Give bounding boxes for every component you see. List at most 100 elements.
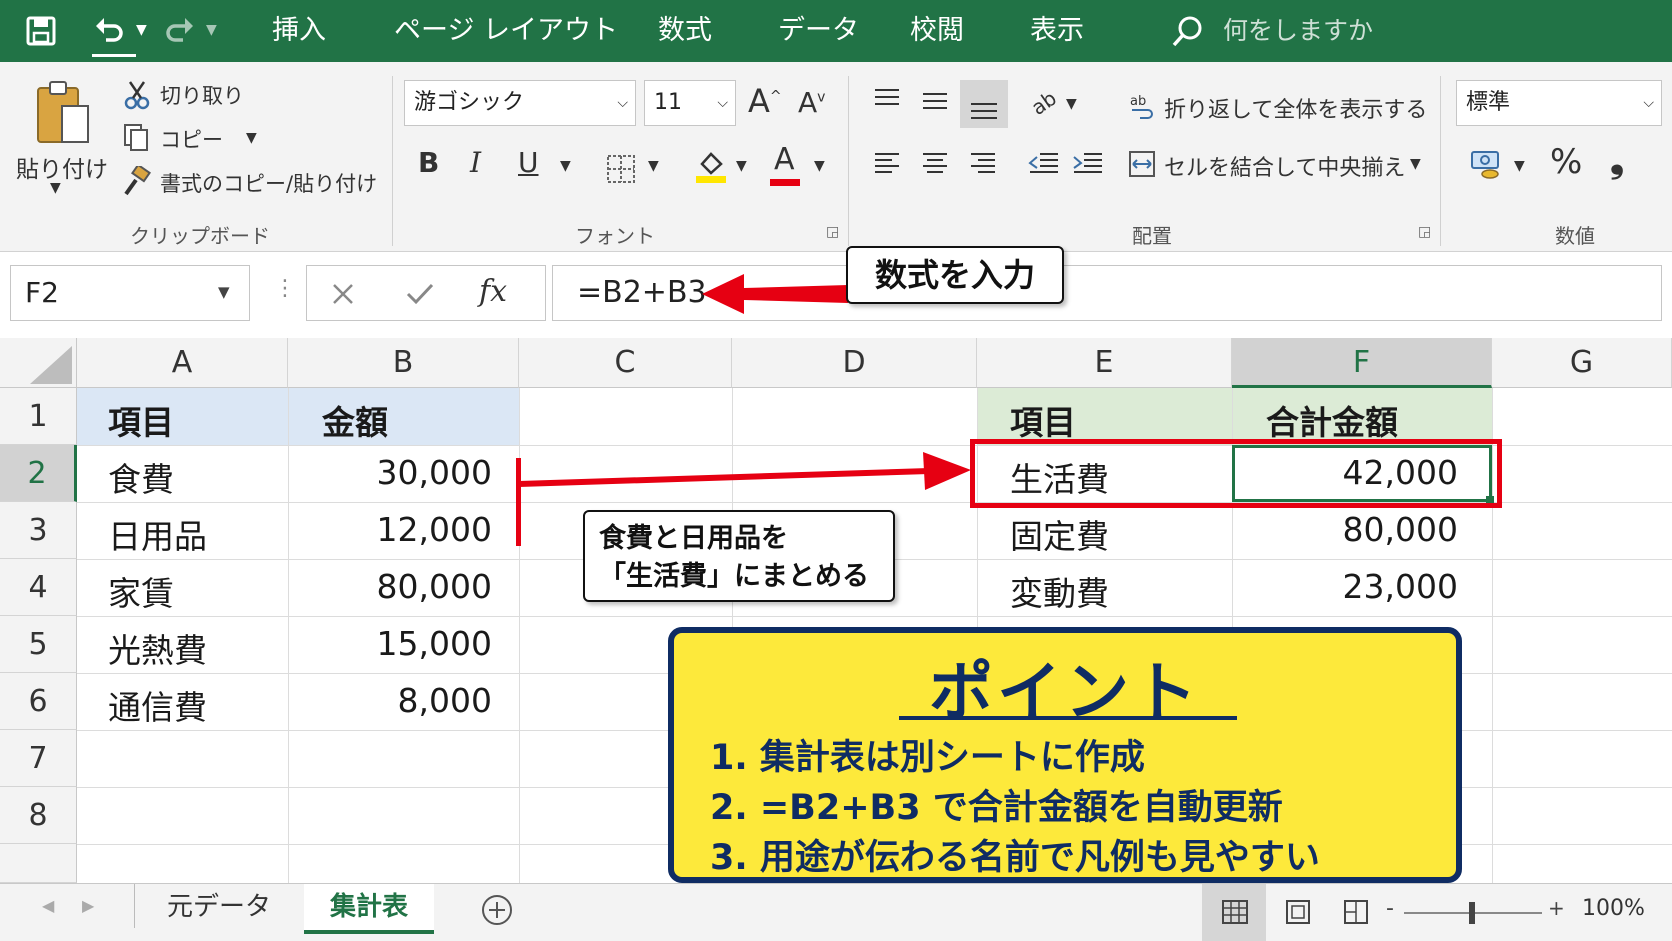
row-header-7[interactable]: 7	[0, 730, 77, 787]
row-header-3[interactable]: 3	[0, 502, 77, 559]
source-cell-item[interactable]: 光熱費	[108, 624, 207, 672]
search-icon[interactable]	[1170, 14, 1206, 50]
undo-icon[interactable]	[92, 14, 126, 48]
row-header-8[interactable]: 8	[0, 787, 77, 844]
scroll-tabs-left-icon[interactable]: ◀	[42, 896, 54, 915]
name-box[interactable]: F2	[10, 265, 250, 321]
align-middle-icon[interactable]	[920, 86, 950, 116]
fill-color-icon[interactable]	[694, 148, 728, 184]
column-header-e[interactable]: E	[977, 338, 1232, 388]
source-cell-amount[interactable]: 8,000	[288, 681, 492, 720]
merge-center-button[interactable]: セルを結合して中央揃え	[1164, 150, 1405, 182]
bold-button[interactable]: B	[418, 146, 439, 179]
copy-dropdown-icon[interactable]: ▼	[246, 130, 257, 146]
row-header-9[interactable]	[0, 844, 77, 883]
align-center-icon[interactable]	[920, 148, 950, 178]
merge-center-dropdown-icon[interactable]: ▼	[1410, 156, 1421, 172]
summary-header-item[interactable]: 項目	[1010, 396, 1076, 444]
zoom-out-button[interactable]: -	[1386, 896, 1394, 921]
summary-cell-total[interactable]: 23,000	[1232, 567, 1458, 606]
menu-insert[interactable]: 挿入	[272, 0, 326, 62]
menu-data[interactable]: データ	[778, 0, 859, 62]
undo-dropdown-icon[interactable]: ▼	[136, 22, 147, 38]
redo-dropdown-icon[interactable]: ▼	[206, 22, 217, 38]
cut-button[interactable]: 切り取り	[160, 80, 244, 110]
summary-cell-item[interactable]: 固定費	[1010, 510, 1109, 558]
align-top-icon[interactable]	[872, 86, 902, 116]
paste-icon[interactable]	[32, 78, 94, 150]
column-header-b[interactable]: B	[288, 338, 519, 388]
select-all-corner[interactable]	[0, 338, 77, 388]
font-dialog-launcher-icon[interactable]: ◲	[826, 224, 839, 240]
comma-style-button[interactable]: ❟	[1610, 140, 1624, 182]
column-header-f[interactable]: F	[1232, 338, 1492, 388]
redo-icon[interactable]	[163, 14, 197, 48]
normal-view-button[interactable]	[1202, 884, 1266, 941]
shrink-font-button[interactable]: Av	[798, 86, 825, 119]
percent-style-button[interactable]: %	[1550, 142, 1582, 182]
cancel-icon[interactable]	[331, 282, 355, 306]
paste-dropdown-icon[interactable]: ▼	[50, 180, 61, 196]
number-format-select[interactable]: 標準 ⌵	[1456, 80, 1662, 126]
accounting-dropdown-icon[interactable]: ▼	[1514, 158, 1525, 174]
column-header-c[interactable]: C	[519, 338, 732, 388]
row-header-1[interactable]: 1	[0, 388, 77, 445]
orientation-icon[interactable]: ab	[1030, 86, 1064, 118]
align-right-icon[interactable]	[968, 148, 998, 178]
format-painter-button[interactable]: 書式のコピー/貼り付け	[160, 168, 377, 198]
menu-view[interactable]: 表示	[1030, 0, 1084, 62]
menu-review[interactable]: 校閲	[910, 0, 964, 62]
zoom-slider-thumb[interactable]	[1469, 902, 1475, 924]
font-size-select[interactable]: 11 ⌵	[644, 80, 736, 126]
underline-button[interactable]: U	[518, 146, 539, 179]
align-left-icon[interactable]	[872, 148, 902, 178]
source-cell-amount[interactable]: 30,000	[288, 453, 492, 492]
sheet-tab-source[interactable]: 元データ	[136, 884, 302, 934]
font-color-dropdown-icon[interactable]: ▼	[814, 158, 825, 174]
row-header-4[interactable]: 4	[0, 559, 77, 616]
name-box-dropdown-icon[interactable]: ▼	[218, 283, 230, 301]
font-name-select[interactable]: 游ゴシック ⌵	[404, 80, 636, 126]
fill-color-dropdown-icon[interactable]: ▼	[736, 158, 747, 174]
copy-button[interactable]: コピー	[160, 124, 223, 154]
source-cell-amount[interactable]: 80,000	[288, 567, 492, 606]
borders-icon[interactable]	[606, 154, 636, 184]
save-icon[interactable]	[24, 14, 58, 48]
source-header-amount[interactable]: 金額	[322, 396, 388, 444]
page-break-view-icon[interactable]	[1344, 900, 1368, 924]
add-sheet-icon[interactable]	[480, 893, 514, 927]
row-header-6[interactable]: 6	[0, 673, 77, 730]
column-header-g[interactable]: G	[1492, 338, 1672, 388]
source-cell-item[interactable]: 食費	[108, 453, 174, 501]
accounting-format-icon[interactable]	[1470, 148, 1504, 180]
alignment-dialog-launcher-icon[interactable]: ◲	[1418, 224, 1431, 240]
source-cell-item[interactable]: 通信費	[108, 681, 207, 729]
zoom-level[interactable]: 100%	[1582, 896, 1645, 921]
menu-formulas[interactable]: 数式	[658, 0, 712, 62]
zoom-in-button[interactable]: +	[1548, 896, 1565, 920]
summary-header-total[interactable]: 合計金額	[1266, 396, 1398, 444]
sheet-tab-summary[interactable]: 集計表	[304, 884, 434, 934]
scroll-tabs-right-icon[interactable]: ▶	[82, 896, 94, 915]
borders-dropdown-icon[interactable]: ▼	[648, 158, 659, 174]
increase-indent-icon[interactable]	[1072, 148, 1104, 178]
column-header-d[interactable]: D	[732, 338, 977, 388]
source-cell-amount[interactable]: 15,000	[288, 624, 492, 663]
underline-dropdown-icon[interactable]: ▼	[560, 158, 571, 174]
search-input[interactable]: 何をしますか	[1223, 0, 1373, 62]
paste-button[interactable]: 貼り付け	[16, 150, 108, 184]
grow-font-button[interactable]: A^	[748, 82, 782, 120]
page-layout-view-icon[interactable]	[1286, 900, 1310, 924]
row-header-2[interactable]: 2	[0, 445, 77, 502]
align-bottom-button[interactable]	[960, 80, 1008, 128]
source-header-item[interactable]: 項目	[108, 396, 174, 444]
decrease-indent-icon[interactable]	[1028, 148, 1060, 178]
wrap-text-button[interactable]: 折り返して全体を表示する	[1164, 92, 1427, 124]
font-color-button[interactable]: A	[774, 142, 795, 177]
italic-button[interactable]: I	[470, 146, 481, 179]
row-header-5[interactable]: 5	[0, 616, 77, 673]
summary-cell-total[interactable]: 80,000	[1232, 510, 1458, 549]
insert-function-button[interactable]: fx	[479, 274, 507, 309]
summary-cell-item[interactable]: 変動費	[1010, 567, 1109, 615]
source-cell-amount[interactable]: 12,000	[288, 510, 492, 549]
